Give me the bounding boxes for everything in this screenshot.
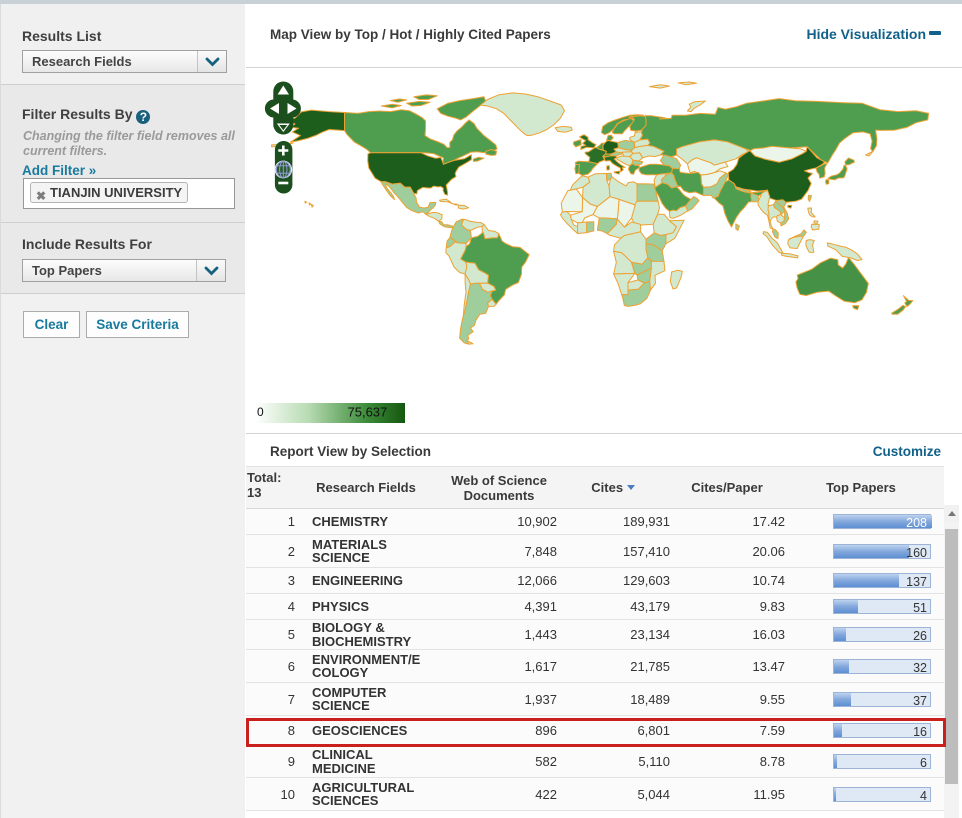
svg-text:0: 0	[257, 405, 264, 419]
svg-text:75,637: 75,637	[348, 405, 388, 420]
